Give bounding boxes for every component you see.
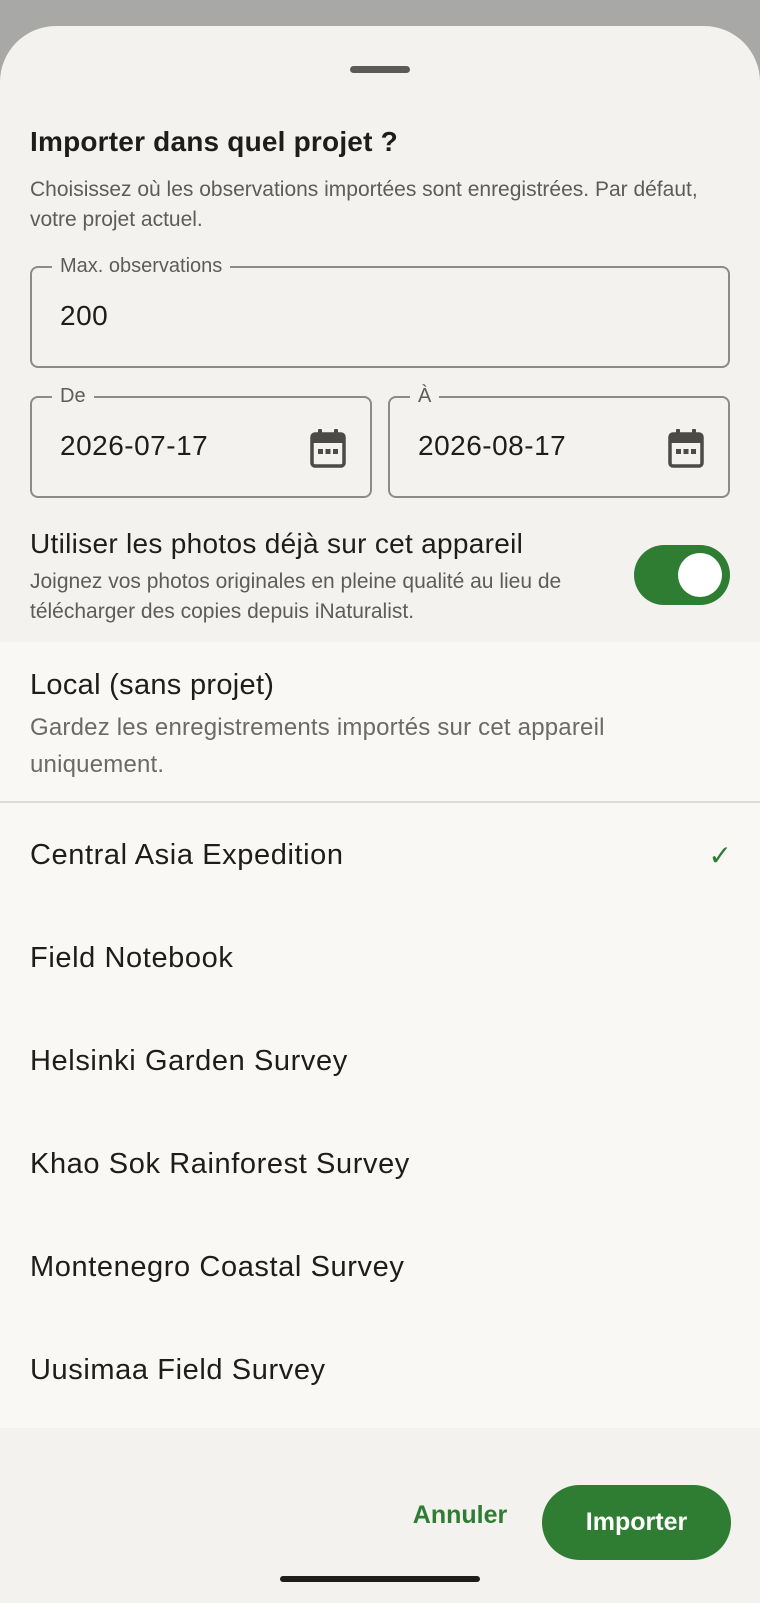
to-date-label: À [410, 384, 440, 408]
sheet-subtitle: Choisissez où les observations importées… [30, 178, 698, 231]
project-label: Central Asia Expedition [30, 839, 344, 871]
max-observations-value: 200 [60, 300, 109, 331]
home-indicator [280, 1576, 480, 1582]
drag-handle[interactable] [350, 66, 410, 73]
from-date-field[interactable]: De 2026-07-17 [30, 384, 372, 498]
bottom-sheet: Importer dans quel projet ? Choisissez o… [0, 26, 760, 1603]
project-label: Montenegro Coastal Survey [30, 1251, 405, 1283]
project-label: Khao Sok Rainforest Survey [30, 1148, 410, 1180]
project-item-field-notebook[interactable]: Field Notebook [0, 908, 760, 1011]
project-list[interactable]: Local (sans projet) Gardez les enregistr… [0, 642, 760, 1428]
from-date-value: 2026-07-17 [60, 430, 209, 461]
project-label: Helsinki Garden Survey [30, 1045, 348, 1077]
project-item-uusimaa[interactable]: Uusimaa Field Survey [0, 1320, 760, 1423]
check-icon: ✓ [708, 840, 732, 871]
project-label: Field Notebook [30, 942, 234, 974]
to-date-field[interactable]: À 2026-08-17 [388, 384, 730, 498]
import-button[interactable]: Importer [542, 1485, 731, 1560]
project-item-central-asia[interactable]: Central Asia Expedition ✓ [0, 805, 760, 908]
use-device-photos-title: Utiliser les photos déjà sur cet apparei… [30, 528, 524, 559]
max-observations-field[interactable]: Max. observations 200 [30, 254, 730, 368]
project-item-helsinki[interactable]: Helsinki Garden Survey [0, 1011, 760, 1114]
calendar-icon[interactable] [310, 428, 346, 468]
max-observations-label: Max. observations [52, 254, 231, 278]
local-option[interactable]: Local (sans projet) Gardez les enregistr… [0, 642, 760, 803]
switch-knob [678, 553, 722, 597]
cancel-button[interactable]: Annuler [400, 1485, 520, 1545]
project-label: Uusimaa Field Survey [30, 1354, 326, 1386]
local-option-title: Local (sans projet) [30, 669, 275, 701]
local-option-subtitle: Gardez les enregistrements importés sur … [30, 714, 605, 778]
from-date-label: De [52, 384, 94, 408]
project-item-montenegro[interactable]: Montenegro Coastal Survey [0, 1217, 760, 1320]
use-device-photos-switch[interactable] [634, 545, 730, 605]
project-item-khao-sok[interactable]: Khao Sok Rainforest Survey [0, 1114, 760, 1217]
to-date-value: 2026-08-17 [418, 430, 567, 461]
calendar-icon[interactable] [668, 428, 704, 468]
use-device-photos-subtitle: Joignez vos photos originales en pleine … [30, 570, 562, 623]
sheet-title: Importer dans quel projet ? [30, 126, 398, 157]
